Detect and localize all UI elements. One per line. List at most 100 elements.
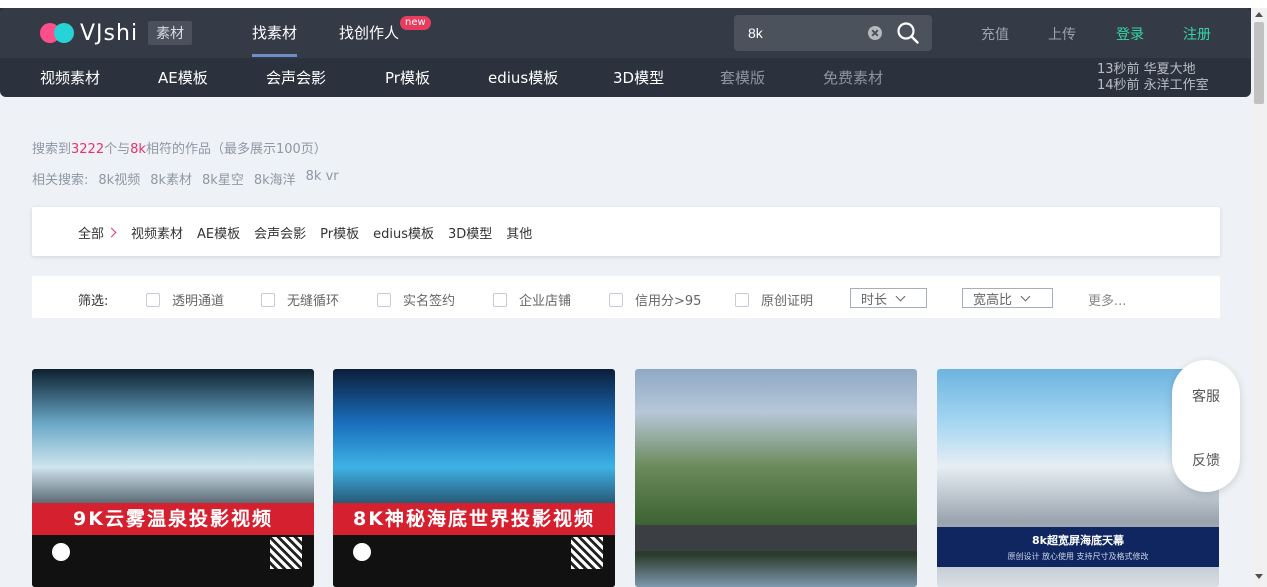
filter-label: 筛选: bbox=[78, 294, 109, 309]
scroll-down-icon[interactable] bbox=[1255, 574, 1263, 579]
cat-ae[interactable]: AE模板 bbox=[158, 67, 208, 88]
more-filters[interactable]: 更多... bbox=[1088, 290, 1126, 309]
new-badge: new bbox=[400, 16, 431, 30]
filter-text: 企业店铺 bbox=[519, 294, 572, 309]
chevron-down-icon bbox=[895, 291, 906, 301]
checkbox[interactable] bbox=[609, 292, 623, 307]
crumb-item[interactable]: AE模板 bbox=[197, 223, 240, 242]
checkbox[interactable] bbox=[493, 292, 507, 307]
summary-mid: 个与 bbox=[104, 142, 131, 157]
card-title: 9K云雾温泉投影视频 bbox=[32, 503, 314, 535]
logo[interactable]: VJshi 素材 bbox=[38, 20, 193, 46]
play-icon bbox=[353, 543, 371, 561]
filter-text: 实名签约 bbox=[403, 294, 456, 309]
category-bar: 视频素材 AE模板 会声会影 Pr模板 edius模板 3D模型 套模版 免费素… bbox=[0, 58, 1251, 97]
summary-suffix: 相符的作品（最多展示100页） bbox=[145, 142, 327, 157]
crumb-all[interactable]: 全部 bbox=[78, 223, 104, 242]
card-title: 8K神秘海底世界投影视频 bbox=[333, 503, 615, 535]
checkbox[interactable] bbox=[146, 292, 160, 307]
result-card[interactable] bbox=[635, 369, 917, 587]
card-subtitle: 原创设计 放心使用 支持尺寸及格式修改 bbox=[1007, 552, 1149, 561]
related-item[interactable]: 8k vr bbox=[306, 169, 339, 188]
upload-link[interactable]: 上传 bbox=[1048, 24, 1076, 44]
filter-seamless[interactable]: 无缝循环 bbox=[261, 290, 339, 309]
card-footer bbox=[333, 535, 615, 587]
cat-3d[interactable]: 3D模型 bbox=[613, 67, 664, 88]
related-searches: 相关搜索: 8k视频 8k素材 8k星空 8k海洋 8k vr bbox=[32, 169, 339, 188]
filter-text: 原创证明 bbox=[761, 294, 814, 309]
ticker-line: 13秒前 华夏大地 bbox=[1097, 62, 1196, 77]
chevron-down-icon bbox=[1020, 291, 1031, 301]
crumb-item[interactable]: edius模板 bbox=[373, 223, 434, 242]
service-float: 客服 反馈 bbox=[1172, 360, 1240, 492]
breadcrumb: 全部 视频素材 AE模板 会声会影 Pr模板 edius模板 3D模型 其他 bbox=[32, 207, 1220, 256]
checkbox[interactable] bbox=[261, 292, 275, 307]
related-item[interactable]: 8k视频 bbox=[98, 169, 140, 188]
card-banner: 8k超宽屏海底天幕 原创设计 放心使用 支持尺寸及格式修改 bbox=[937, 527, 1219, 567]
ratio-dropdown[interactable]: 宽高比 bbox=[962, 288, 1053, 308]
nav-find-material[interactable]: 找素材 bbox=[252, 22, 298, 57]
filter-credit[interactable]: 信用分>95 bbox=[609, 290, 701, 309]
cat-video[interactable]: 视频素材 bbox=[40, 67, 100, 88]
result-count: 3222 bbox=[71, 142, 105, 157]
cat-edius[interactable]: edius模板 bbox=[488, 67, 558, 88]
logo-badge: 素材 bbox=[148, 21, 193, 45]
cat-pr[interactable]: Pr模板 bbox=[385, 67, 430, 88]
crumb-item[interactable]: Pr模板 bbox=[320, 223, 359, 242]
filter-bar: 筛选: 透明通道 无缝循环 实名签约 企业店铺 信用分>95 原创证明 时长 宽… bbox=[32, 276, 1220, 318]
scroll-thumb[interactable] bbox=[1254, 22, 1264, 104]
site-header: VJshi 素材 找素材 找创作人 new 充值 上传 登录 注册 视频素材 A… bbox=[0, 8, 1251, 97]
top-bar: VJshi 素材 找素材 找创作人 new 充值 上传 登录 注册 bbox=[0, 8, 1251, 58]
card-strip bbox=[635, 525, 917, 551]
result-card[interactable]: 9K云雾温泉投影视频 bbox=[32, 369, 314, 587]
crumb-item[interactable]: 会声会影 bbox=[254, 223, 306, 242]
filter-text: 透明通道 bbox=[172, 294, 225, 309]
cat-template[interactable]: 套模版 bbox=[720, 67, 765, 88]
scroll-up-icon[interactable] bbox=[1255, 12, 1263, 17]
crumb-item[interactable]: 其他 bbox=[506, 223, 532, 242]
chevron-right-icon bbox=[106, 227, 117, 238]
qr-code-icon bbox=[571, 537, 603, 569]
search-term: 8k bbox=[130, 142, 146, 157]
nav-find-creators[interactable]: 找创作人 bbox=[339, 22, 399, 43]
result-card[interactable]: 8K神秘海底世界投影视频 bbox=[333, 369, 615, 587]
search-box bbox=[734, 15, 932, 51]
crumb-item[interactable]: 3D模型 bbox=[448, 223, 492, 242]
dropdown-label: 宽高比 bbox=[973, 292, 1013, 308]
clear-icon[interactable] bbox=[868, 26, 882, 40]
filter-enterprise[interactable]: 企业店铺 bbox=[493, 290, 571, 309]
qr-code-icon bbox=[270, 537, 302, 569]
crumb-item[interactable]: 视频素材 bbox=[131, 223, 183, 242]
register-link[interactable]: 注册 bbox=[1183, 24, 1211, 44]
result-summary: 搜索到3222个与8k相符的作品（最多展示100页） bbox=[32, 138, 327, 157]
feedback-button[interactable]: 反馈 bbox=[1172, 450, 1240, 470]
filter-text: 信用分>95 bbox=[635, 294, 702, 309]
scrollbar[interactable] bbox=[1251, 8, 1267, 587]
cat-free[interactable]: 免费素材 bbox=[823, 67, 883, 88]
card-title: 8k超宽屏海底天幕 bbox=[1032, 534, 1124, 547]
summary-prefix: 搜索到 bbox=[32, 142, 72, 157]
duration-dropdown[interactable]: 时长 bbox=[850, 288, 927, 308]
customer-service-button[interactable]: 客服 bbox=[1172, 386, 1240, 406]
checkbox[interactable] bbox=[735, 292, 749, 307]
search-input[interactable] bbox=[748, 21, 858, 45]
filter-text: 无缝循环 bbox=[287, 294, 340, 309]
filter-verified[interactable]: 实名签约 bbox=[377, 290, 455, 309]
search-icon[interactable] bbox=[896, 21, 920, 45]
related-item[interactable]: 8k星空 bbox=[202, 169, 244, 188]
logo-text: VJshi bbox=[80, 20, 139, 46]
filter-transparent[interactable]: 透明通道 bbox=[146, 290, 224, 309]
login-link[interactable]: 登录 bbox=[1116, 24, 1144, 44]
related-label: 相关搜索: bbox=[32, 173, 89, 188]
activity-ticker: 13秒前 华夏大地 14秒前 永洋工作室 bbox=[1097, 62, 1217, 92]
related-item[interactable]: 8k素材 bbox=[150, 169, 192, 188]
card-footer bbox=[32, 535, 314, 587]
recharge-link[interactable]: 充值 bbox=[981, 24, 1009, 44]
logo-icon bbox=[38, 21, 78, 45]
related-item[interactable]: 8k海洋 bbox=[254, 169, 296, 188]
cat-huisheng[interactable]: 会声会影 bbox=[266, 67, 326, 88]
filter-original[interactable]: 原创证明 bbox=[735, 290, 813, 309]
browser-top-strip bbox=[0, 0, 1267, 8]
checkbox[interactable] bbox=[377, 292, 391, 307]
ticker-line: 14秒前 永洋工作室 bbox=[1097, 78, 1209, 92]
